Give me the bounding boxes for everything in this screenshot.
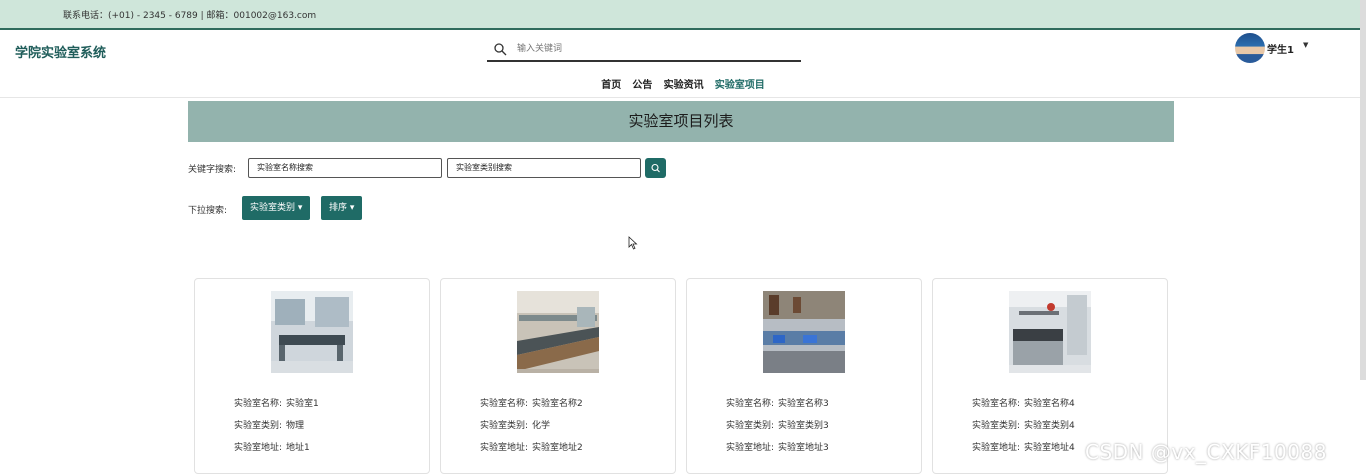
lab-address-label: 实验室地址: [480,443,529,453]
header: 学院实验室系统 学生1 ▼ 首页 公告 实验资讯 实验室项目 [0,30,1366,98]
lab-type: 实验室类别4 [1024,421,1075,431]
lab-type-row: 实验室类别: 物理 [234,418,304,431]
contact-bar: 联系电话：(+01) - 2345 - 6789 | 邮箱：001002@163… [0,0,1366,30]
lab-name-label: 实验室名称: [972,399,1021,409]
lab-type-label: 实验室类别: [234,421,283,431]
lab-name-label: 实验室名称: [480,399,529,409]
lab-address: 地址1 [286,443,310,453]
scrollbar[interactable] [1360,0,1366,380]
type-dropdown[interactable]: 实验室类别 ▾ [242,196,311,220]
nav-lab-projects[interactable]: 实验室项目 [715,76,765,91]
lab-name-row: 实验室名称: 实验室1 [234,396,319,409]
lab-image[interactable] [763,291,845,373]
lab-type: 物理 [286,421,305,431]
caret-down-icon: ▾ [349,203,355,213]
watermark: CSDN @vx_CXKF10088 [1085,440,1327,464]
lab-type-label: 实验室类别: [480,421,529,431]
keyword-label: 关键字搜索: [188,165,237,175]
lab-address: 实验室地址2 [532,443,583,453]
type-dropdown-label: 实验室类别 [250,203,296,213]
lab-image[interactable] [517,291,599,373]
lab-type-label: 实验室类别: [972,421,1021,431]
lab-address-row: 实验室地址: 实验室地址2 [480,440,583,453]
contact-text: 联系电话：(+01) - 2345 - 6789 | 邮箱：001002@163… [63,11,317,21]
mouse-cursor-icon [628,236,638,250]
search-icon[interactable] [493,42,507,56]
sort-dropdown-label: 排序 [329,203,348,213]
lab-address: 实验室地址4 [1024,443,1075,453]
lab-type-row: 实验室类别: 实验室类别3 [726,418,829,431]
type-search-input[interactable]: 实验室类别搜索 [447,158,641,178]
lab-address-row: 实验室地址: 实验室地址4 [972,440,1075,453]
lab-type: 化学 [532,421,551,431]
lab-name-label: 实验室名称: [234,399,283,409]
chevron-down-icon[interactable]: ▼ [1303,41,1308,49]
lab-address: 实验室地址3 [778,443,829,453]
lab-name-row: 实验室名称: 实验室名称4 [972,396,1075,409]
lab-type-row: 实验室类别: 实验室类别4 [972,418,1075,431]
search-button[interactable] [645,158,666,178]
site-logo[interactable]: 学院实验室系统 [15,42,106,61]
lab-address-row: 实验室地址: 实验室地址3 [726,440,829,453]
main-nav: 首页 公告 实验资讯 实验室项目 [0,76,1366,91]
name-search-input[interactable]: 实验室名称搜索 [248,158,442,178]
lab-card[interactable]: 实验室名称: 实验室名称3 实验室类别: 实验室类别3 实验室地址: 实验室地址3 [686,278,922,474]
page-title: 实验室项目列表 [188,101,1174,142]
nav-news[interactable]: 实验资讯 [664,76,704,91]
lab-type: 实验室类别3 [778,421,829,431]
lab-name: 实验室1 [286,399,319,409]
lab-address-label: 实验室地址: [972,443,1021,453]
lab-name-row: 实验室名称: 实验室名称3 [726,396,829,409]
lab-name-row: 实验室名称: 实验室名称2 [480,396,583,409]
lab-type-row: 实验室类别: 化学 [480,418,550,431]
global-search [487,38,801,62]
nav-notice[interactable]: 公告 [632,76,652,91]
dropdown-label: 下拉搜索: [188,206,228,216]
lab-image[interactable] [1009,291,1091,373]
lab-name: 实验室名称4 [1024,399,1075,409]
lab-card[interactable]: 实验室名称: 实验室名称2 实验室类别: 化学 实验室地址: 实验室地址2 [440,278,676,474]
search-input[interactable] [517,41,787,57]
sort-dropdown[interactable]: 排序 ▾ [321,196,363,220]
nav-home[interactable]: 首页 [601,76,621,91]
lab-address-label: 实验室地址: [726,443,775,453]
username[interactable]: 学生1 [1267,41,1294,56]
lab-name: 实验室名称3 [778,399,829,409]
lab-card[interactable]: 实验室名称: 实验室1 实验室类别: 物理 实验室地址: 地址1 [194,278,430,474]
lab-name-label: 实验室名称: [726,399,775,409]
lab-image[interactable] [271,291,353,373]
caret-down-icon: ▾ [297,203,303,213]
lab-address-row: 实验室地址: 地址1 [234,440,310,453]
lab-name: 实验室名称2 [532,399,583,409]
lab-type-label: 实验室类别: [726,421,775,431]
search-icon [651,163,660,173]
lab-address-label: 实验室地址: [234,443,283,453]
avatar[interactable] [1235,33,1265,63]
